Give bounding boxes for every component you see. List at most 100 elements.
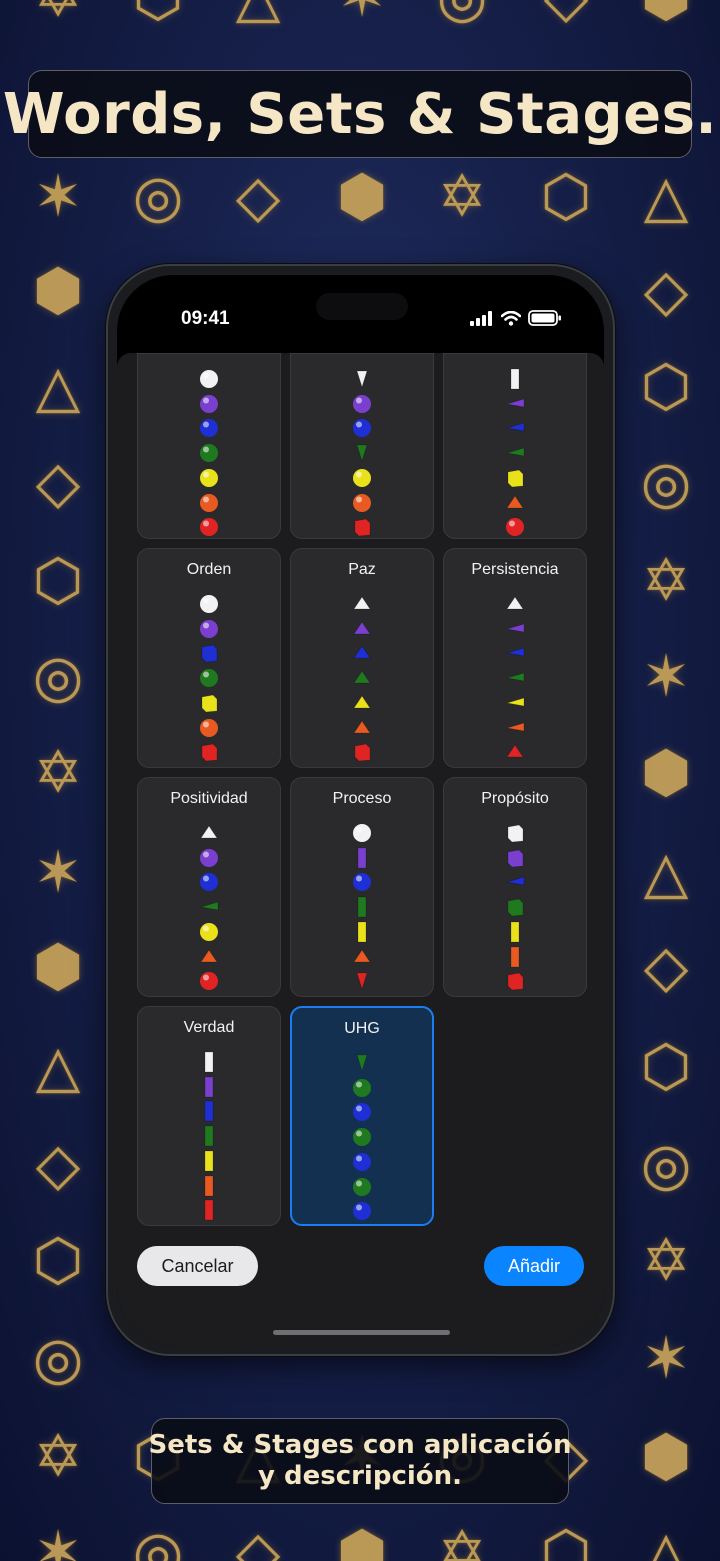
set-card[interactable]: UHG [290, 1006, 434, 1226]
merkaba-star-icon: ⬡ [122, 0, 194, 32]
icosahedron-icon: ⬢ [32, 256, 84, 324]
icosahedron-icon: ⬢ [32, 932, 84, 1000]
tetrahedron-icon: △ [35, 1032, 81, 1100]
octahedron-icon: ◇ [235, 162, 281, 230]
bar-piece-icon [204, 1100, 214, 1122]
battery-icon [528, 310, 561, 326]
sphere-piece-icon [200, 419, 218, 438]
hexagram-icon: ✶ [326, 0, 398, 32]
set-card[interactable]: Verdad [137, 1006, 281, 1226]
set-card-title: Persistencia [471, 561, 559, 578]
bar-piece-icon [204, 1175, 214, 1196]
octahedron-icon: ◇ [643, 932, 689, 1000]
cone-side-piece-icon [506, 398, 525, 408]
pyramid-piece-icon [353, 596, 371, 610]
pyramid-piece-icon [353, 670, 371, 684]
sphere-piece-icon [353, 1152, 371, 1171]
spiral-icon: ◎ [132, 162, 184, 230]
set-card[interactable]: Paz [290, 548, 434, 768]
phone-screen: 09:41 Orden Paz Persistencia Positividad [117, 275, 604, 1345]
caption-line-1: Sets & Stages con aplicación [148, 1430, 572, 1460]
add-button[interactable]: Añadir [484, 1246, 584, 1286]
hexagram-icon: ✶ [33, 1518, 83, 1561]
spiral-icon: ◎ [32, 642, 84, 710]
card-scroll-area[interactable]: Orden Paz Persistencia Positividad Proceso Pr… [117, 353, 604, 1233]
cube-piece-icon [354, 518, 371, 537]
tetrahedron-icon: △ [643, 838, 689, 906]
signal-icon [470, 310, 492, 326]
hexagram-icon: ✶ [641, 642, 691, 710]
set-card[interactable]: Proceso [290, 777, 434, 997]
cone-down-piece-icon [356, 1054, 368, 1073]
set-card-title: Orden [186, 561, 232, 578]
bar-piece-icon [510, 368, 520, 390]
cone-side-piece-icon [506, 697, 525, 707]
cube-icon: ✡ [437, 1518, 487, 1561]
bar-piece-icon [357, 847, 367, 869]
sphere-piece-icon [200, 370, 218, 388]
cube-piece-icon [354, 743, 371, 762]
icosahedron-icon: ⬢ [630, 0, 702, 32]
set-card[interactable] [137, 353, 281, 539]
cone-down-piece-icon [356, 370, 368, 389]
sphere-piece-icon [200, 493, 218, 512]
bar-piece-icon [204, 1076, 214, 1098]
sphere-piece-icon [200, 669, 218, 688]
tetrahedron-icon: △ [643, 162, 689, 230]
cone-down-piece-icon [356, 444, 368, 463]
caption-line-2: y descripción. [257, 1461, 463, 1491]
octahedron-icon: ◇ [35, 448, 81, 516]
bar-piece-icon [204, 1150, 214, 1172]
sphere-piece-icon [200, 848, 218, 867]
spiral-icon: ◎ [426, 0, 498, 32]
icosahedron-icon: ⬢ [336, 1518, 388, 1561]
set-card[interactable]: Propósito [443, 777, 587, 997]
octahedron-icon: ◇ [235, 1518, 281, 1561]
octahedron-icon: ◇ [643, 256, 689, 324]
spiral-icon: ◎ [640, 448, 692, 516]
status-time: 09:41 [181, 308, 230, 329]
picker-sheet: Orden Paz Persistencia Positividad Proceso Pr… [117, 353, 604, 1345]
hexagram-icon: ✶ [33, 162, 83, 230]
set-card-title: Positividad [170, 790, 248, 807]
set-card-title: UHG [344, 1020, 380, 1037]
hexagram-icon: ✶ [33, 838, 83, 906]
sphere-piece-icon [200, 595, 218, 613]
bar-piece-icon [510, 921, 520, 943]
tetrahedron-icon: △ [35, 352, 81, 420]
sphere-piece-icon [353, 493, 371, 512]
icosahedron-icon: ⬢ [336, 162, 388, 230]
sphere-piece-icon [506, 518, 524, 537]
pyramid-piece-icon [353, 719, 371, 733]
cancel-button[interactable]: Cancelar [137, 1246, 258, 1286]
cube-piece-icon [507, 972, 524, 991]
cone-side-piece-icon [506, 623, 525, 633]
merkaba-star-icon: ⬡ [540, 1518, 592, 1561]
merkaba-star-icon: ⬡ [640, 352, 692, 420]
merkaba-star-icon: ⬡ [32, 1226, 84, 1294]
bar-piece-icon [357, 896, 367, 918]
cone-side-piece-icon [506, 422, 525, 432]
cone-side-piece-icon [506, 647, 525, 657]
sphere-piece-icon [200, 619, 218, 638]
bar-piece-icon [204, 1125, 214, 1147]
icosahedron-icon: ⬢ [640, 1422, 692, 1490]
set-card[interactable] [290, 353, 434, 539]
pyramid-piece-icon [353, 620, 371, 635]
merkaba-star-icon: ⬡ [32, 546, 84, 614]
cone-side-piece-icon [506, 721, 525, 731]
set-card[interactable]: Persistencia [443, 548, 587, 768]
sphere-piece-icon [353, 1202, 371, 1221]
sphere-piece-icon [353, 1103, 371, 1122]
sphere-piece-icon [200, 468, 218, 487]
cube-icon: ✡ [641, 1226, 691, 1294]
bar-piece-icon [204, 1051, 214, 1073]
set-card[interactable] [443, 353, 587, 539]
spiral-icon: ◎ [32, 1324, 84, 1392]
merkaba-star-icon: ⬡ [640, 1032, 692, 1100]
set-card[interactable]: Positividad [137, 777, 281, 997]
set-card[interactable]: Orden [137, 548, 281, 768]
cube-piece-icon [507, 824, 524, 843]
phone-frame: 09:41 Orden Paz Persistencia Positividad [106, 264, 615, 1356]
octahedron-icon: ◇ [35, 1130, 81, 1198]
